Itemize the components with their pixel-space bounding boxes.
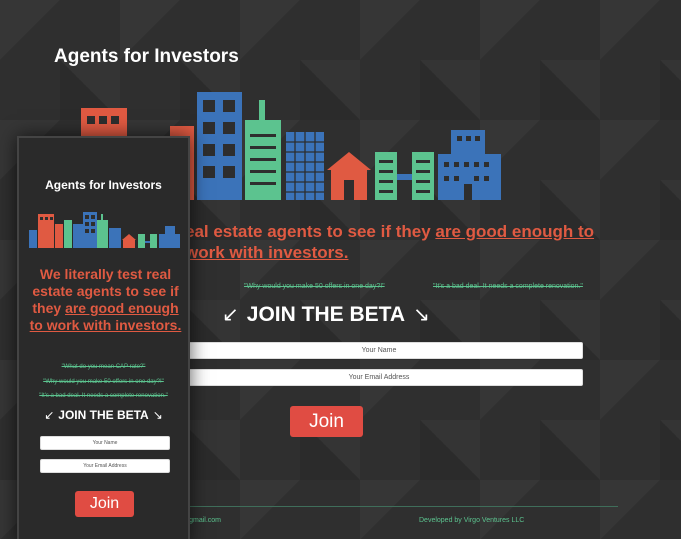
headline: We literally test real estate agents to …	[25, 266, 186, 334]
name-input[interactable]: Your Name	[175, 342, 583, 359]
testimonial-quote: "What do you mean CAP rate?"	[61, 364, 146, 370]
join-beta-heading: ↙ JOIN THE BETA ↘	[222, 302, 430, 327]
curved-arrow-right-icon: ↘	[413, 304, 430, 326]
email-input[interactable]: Your Email Address	[40, 459, 170, 473]
join-beta-text: JOIN THE BETA	[58, 408, 149, 422]
site-title: Agents for Investors	[45, 178, 162, 192]
testimonial-quote: "Why would you make 50 offers in one day…	[43, 379, 164, 385]
headline: eal estate agents to see if they are goo…	[185, 221, 625, 263]
join-beta-heading: ↙ JOIN THE BETA ↘	[19, 408, 188, 422]
testimonial-quote: "Why would you make 50 offers in one day…	[244, 283, 385, 290]
name-input[interactable]: Your Name	[40, 436, 170, 450]
curved-arrow-left-icon: ↙	[44, 408, 55, 422]
headline-text: eal estate agents to see if they	[185, 222, 436, 241]
email-input[interactable]: Your Email Address	[175, 369, 583, 386]
site-title: Agents for Investors	[54, 46, 239, 67]
testimonial-quote: "It's a bad deal. It needs a complete re…	[39, 393, 168, 399]
join-beta-text: JOIN THE BETA	[246, 302, 406, 326]
footer-credit: Developed by Virgo Ventures LLC	[419, 517, 525, 524]
join-button[interactable]: Join	[290, 406, 363, 437]
curved-arrow-right-icon: ↘	[152, 408, 163, 422]
house	[327, 152, 371, 170]
curved-arrow-left-icon: ↙	[222, 304, 239, 326]
mobile-screen: Agents for Investors We literally test r…	[17, 136, 190, 539]
footer-divider	[175, 506, 618, 507]
testimonial-quote: "It's a bad deal. It needs a complete re…	[433, 283, 583, 290]
join-button[interactable]: Join	[75, 491, 134, 517]
city-skyline-illustration	[29, 212, 180, 248]
